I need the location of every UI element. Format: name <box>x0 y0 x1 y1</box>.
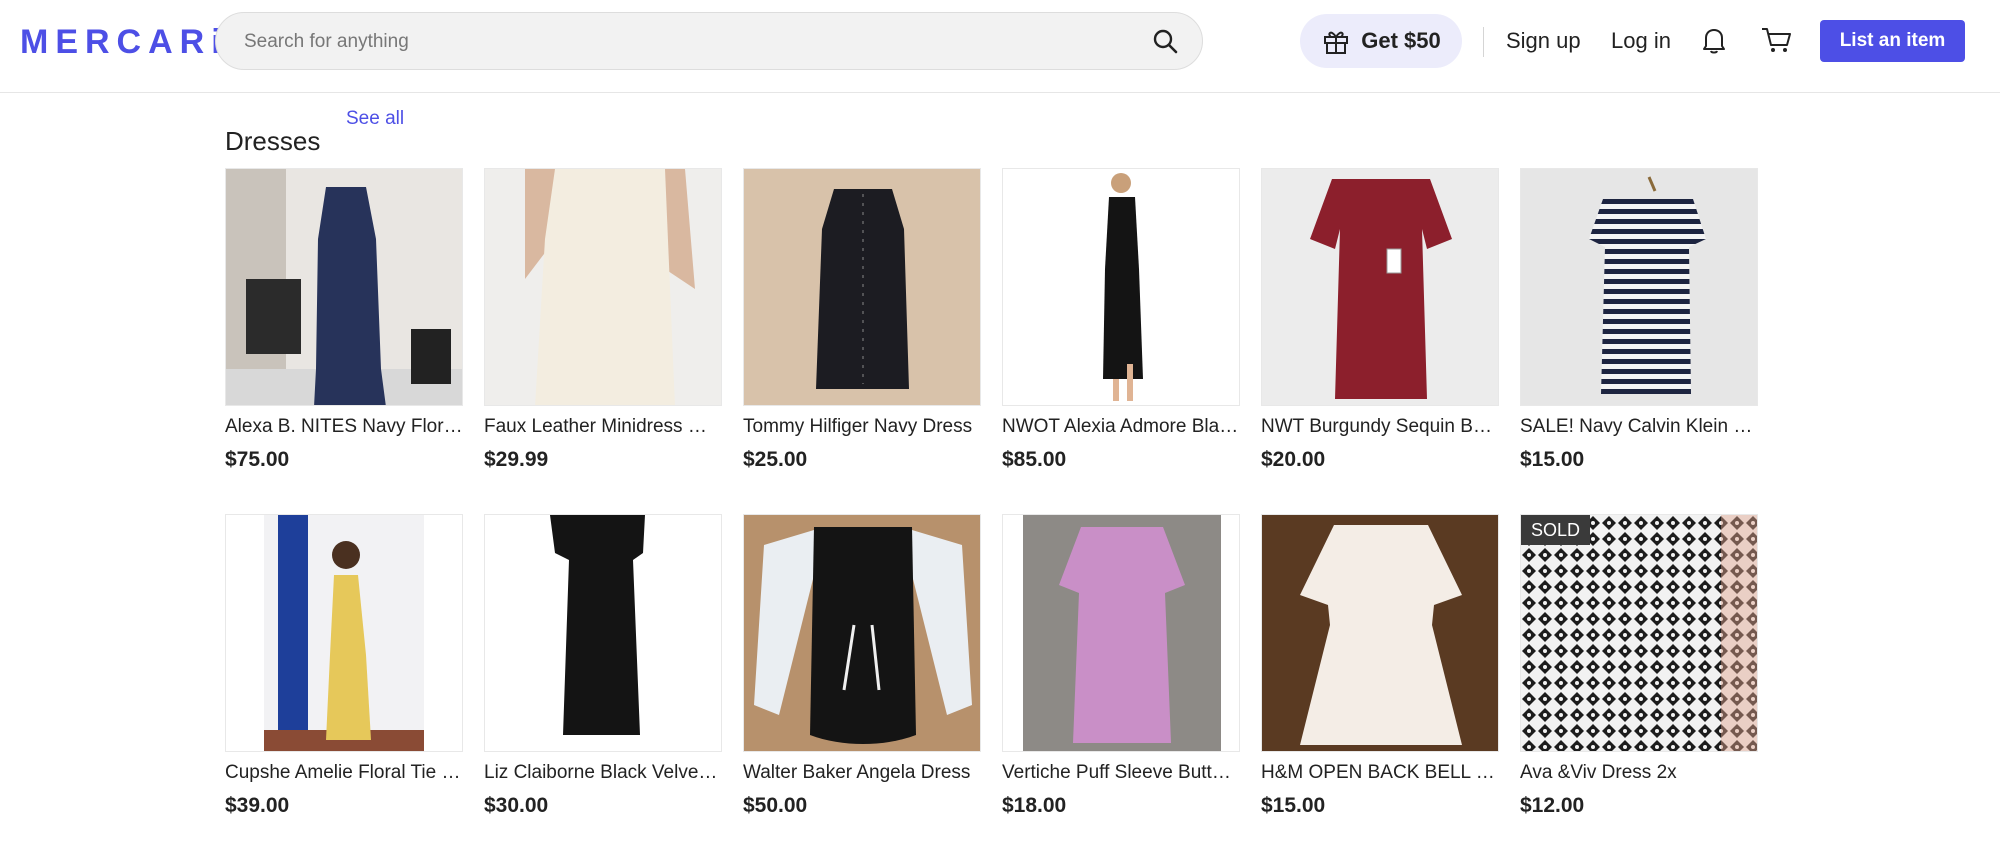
product-image[interactable] <box>1002 514 1240 752</box>
product-image[interactable] <box>484 514 722 752</box>
sold-badge: SOLD <box>1521 515 1591 545</box>
product-card[interactable]: NWT Burgundy Sequin Bodycon Dress $20.00 <box>1261 168 1499 474</box>
product-card[interactable]: Tommy Hilfiger Navy Dress $25.00 <box>743 168 981 474</box>
product-card[interactable]: H&M OPEN BACK BELL SLEEVE DRESS $15.00 <box>1261 514 1499 820</box>
product-price: $20.00 <box>1261 448 1326 471</box>
promo-label: Get $50 <box>1361 28 1441 53</box>
section-title: Dresses <box>225 125 321 156</box>
product-name[interactable]: Tommy Hilfiger Navy Dress <box>743 414 981 440</box>
product-card[interactable]: Cupshe Amelie Floral Tie Back Dress $39.… <box>225 514 463 820</box>
product-card[interactable]: Vertiche Puff Sleeve Button Dress $18.00 <box>1002 514 1240 820</box>
product-price: $85.00 <box>1002 448 1067 471</box>
product-name[interactable]: SALE! Navy Calvin Klein Striped Dress <box>1520 414 1758 440</box>
product-card[interactable]: SALE! Navy Calvin Klein Striped Dress $1… <box>1520 168 1758 474</box>
product-name[interactable]: Walter Baker Angela Dress <box>743 760 981 786</box>
product-price: $39.00 <box>225 794 290 817</box>
gift-icon <box>1324 31 1349 54</box>
product-price: $30.00 <box>484 794 549 817</box>
product-card[interactable]: SOLD Ava &Viv Dress 2x $12.00 <box>1520 514 1758 820</box>
product-price: $29.99 <box>484 448 549 471</box>
product-image[interactable] <box>743 168 981 406</box>
product-price: $18.00 <box>1002 794 1067 817</box>
promo-get-50-button[interactable]: Get $50 <box>1300 14 1462 68</box>
product-name[interactable]: Cupshe Amelie Floral Tie Back Dress <box>225 760 463 786</box>
product-price: $50.00 <box>743 794 808 817</box>
product-image[interactable] <box>1520 168 1758 406</box>
product-name[interactable]: Alexa B. NITES Navy Floral Lace Dress <box>225 414 463 440</box>
log-in-link[interactable]: Log in <box>1611 26 1671 56</box>
see-all-link[interactable]: See all <box>346 108 404 130</box>
product-price: $25.00 <box>743 448 808 471</box>
product-name[interactable]: NWT Burgundy Sequin Bodycon Dress <box>1261 414 1499 440</box>
product-image[interactable] <box>484 168 722 406</box>
product-card[interactable]: NWOT Alexia Admore Black Dress $85.00 <box>1002 168 1240 474</box>
product-image[interactable] <box>225 514 463 752</box>
product-name[interactable]: Vertiche Puff Sleeve Button Dress <box>1002 760 1240 786</box>
product-price: $75.00 <box>225 448 290 471</box>
product-card[interactable]: Alexa B. NITES Navy Floral Lace Dress $7… <box>225 168 463 474</box>
product-image[interactable] <box>743 514 981 752</box>
search-input[interactable] <box>242 13 1106 71</box>
header-divider <box>1483 27 1484 57</box>
product-card[interactable]: Faux Leather Minidress Mango $29.99 <box>484 168 722 474</box>
product-card[interactable]: Walter Baker Angela Dress $50.00 <box>743 514 981 820</box>
product-price: $12.00 <box>1520 794 1585 817</box>
product-image[interactable] <box>1002 168 1240 406</box>
product-name[interactable]: Faux Leather Minidress Mango <box>484 414 722 440</box>
product-name[interactable]: Liz Claiborne Black Velvet Dress <box>484 760 722 786</box>
product-image[interactable] <box>225 168 463 406</box>
product-name[interactable]: H&M OPEN BACK BELL SLEEVE DRESS <box>1261 760 1499 786</box>
product-image[interactable] <box>1261 168 1499 406</box>
product-price: $15.00 <box>1520 448 1585 471</box>
product-name[interactable]: Ava &Viv Dress 2x <box>1520 760 1758 786</box>
product-name[interactable]: NWOT Alexia Admore Black Dress <box>1002 414 1240 440</box>
cart-icon[interactable] <box>1760 24 1794 56</box>
top-navigation-bar: MERCARi Get $50 Sign up Log in List an i… <box>0 0 2000 93</box>
mercari-logo[interactable]: MERCARi <box>20 22 228 62</box>
search-bar[interactable] <box>215 12 1203 71</box>
sign-up-link[interactable]: Sign up <box>1506 26 1581 56</box>
product-image[interactable]: SOLD <box>1520 514 1758 752</box>
list-an-item-button[interactable]: List an item <box>1820 20 1965 62</box>
product-image[interactable] <box>1261 514 1499 752</box>
product-card[interactable]: Liz Claiborne Black Velvet Dress $30.00 <box>484 514 722 820</box>
bell-icon[interactable] <box>1698 24 1730 56</box>
product-price: $15.00 <box>1261 794 1326 817</box>
search-icon[interactable] <box>1152 28 1178 54</box>
